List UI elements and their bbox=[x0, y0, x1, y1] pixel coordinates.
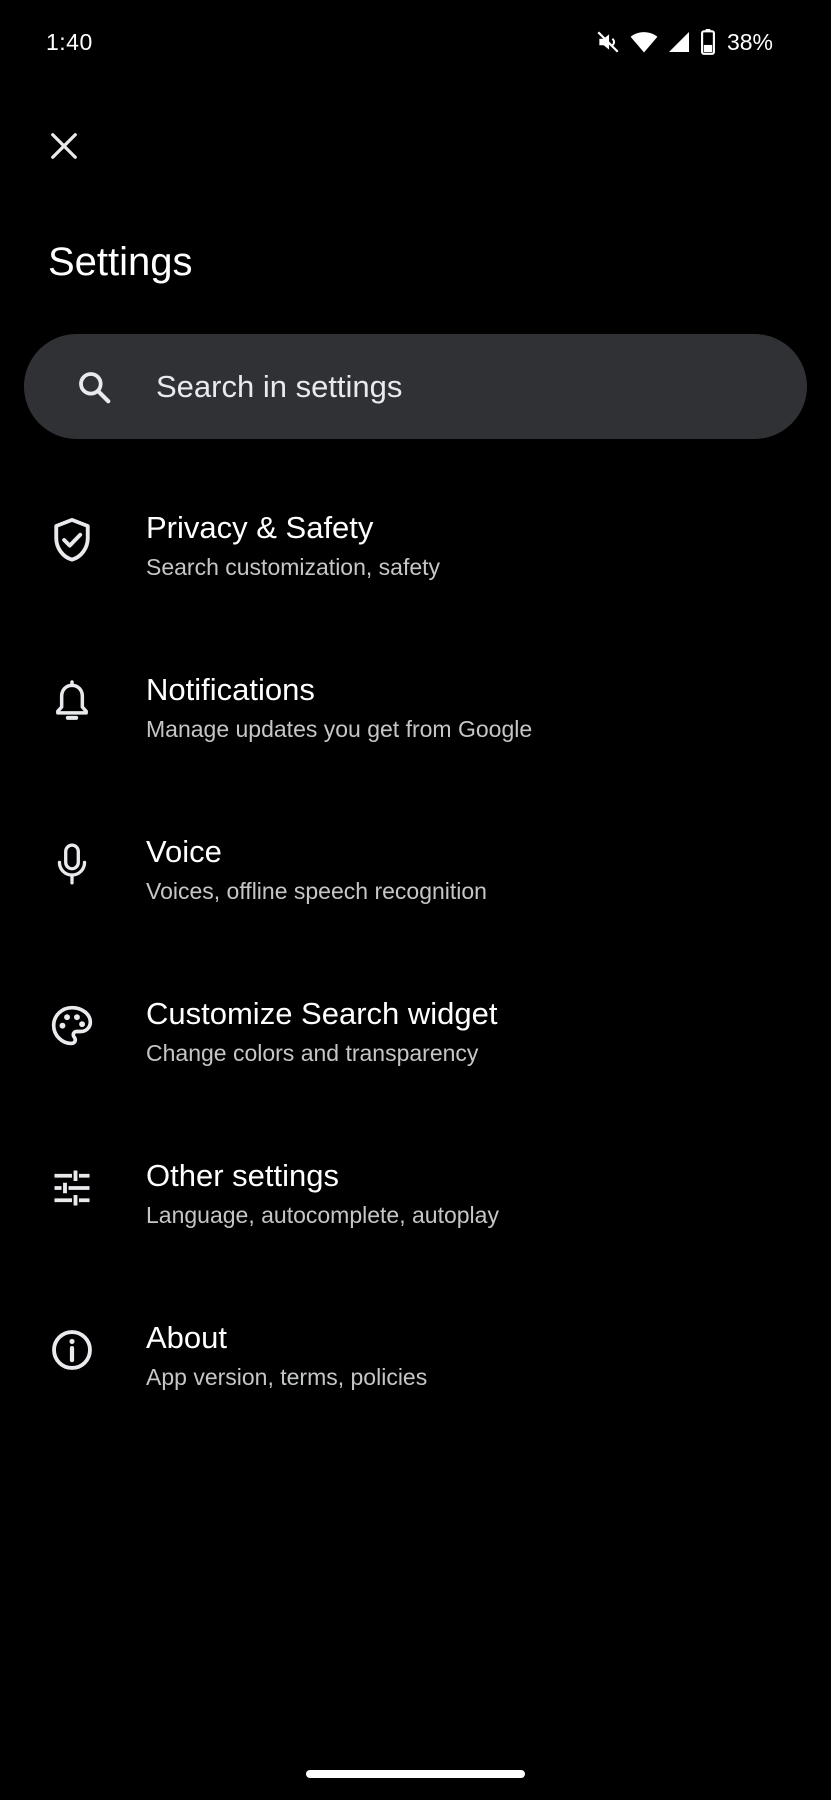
close-button[interactable] bbox=[40, 124, 88, 172]
settings-item-subtitle: Change colors and transparency bbox=[146, 1040, 479, 1066]
gesture-nav-handle[interactable] bbox=[306, 1770, 525, 1778]
info-icon bbox=[48, 1326, 96, 1374]
close-icon bbox=[49, 131, 79, 166]
mute-icon bbox=[595, 29, 621, 55]
shield-check-icon bbox=[48, 516, 96, 564]
battery-percent: 38% bbox=[726, 28, 773, 55]
settings-item-title: Privacy & Safety bbox=[146, 510, 374, 545]
settings-item-voice[interactable]: Voice Voices, offline speech recognition bbox=[0, 810, 831, 972]
tune-icon bbox=[48, 1164, 96, 1212]
settings-item-customize-search-widget[interactable]: Customize Search widget Change colors an… bbox=[0, 972, 831, 1134]
microphone-icon bbox=[48, 840, 96, 888]
signal-icon bbox=[667, 30, 691, 54]
settings-item-title: Other settings bbox=[146, 1158, 339, 1193]
settings-item-title: Voice bbox=[146, 834, 222, 869]
battery-icon bbox=[700, 29, 716, 55]
settings-item-subtitle: App version, terms, policies bbox=[146, 1364, 428, 1390]
settings-item-subtitle: Voices, offline speech recognition bbox=[146, 878, 487, 904]
settings-item-title: Notifications bbox=[146, 672, 315, 707]
status-bar: 1:40 38% bbox=[0, 0, 831, 84]
settings-screen: 1:40 38% Settings Search in settings Pri… bbox=[0, 0, 831, 1800]
settings-item-title: About bbox=[146, 1320, 228, 1355]
settings-item-title: Customize Search widget bbox=[146, 996, 498, 1031]
settings-item-subtitle: Search customization, safety bbox=[146, 554, 441, 580]
settings-item-notifications[interactable]: Notifications Manage updates you get fro… bbox=[0, 648, 831, 810]
settings-list: Privacy & Safety Search customization, s… bbox=[0, 486, 831, 1458]
settings-item-subtitle: Language, autocomplete, autoplay bbox=[146, 1202, 499, 1228]
page-title: Settings bbox=[48, 240, 193, 284]
bell-icon bbox=[48, 678, 96, 726]
status-icons: 38% bbox=[595, 29, 773, 56]
palette-icon bbox=[48, 1002, 96, 1050]
search-placeholder: Search in settings bbox=[156, 368, 403, 404]
search-input[interactable]: Search in settings bbox=[24, 334, 807, 439]
search-icon bbox=[70, 363, 118, 411]
wifi-icon bbox=[630, 29, 658, 55]
settings-item-about[interactable]: About App version, terms, policies bbox=[0, 1296, 831, 1458]
status-time: 1:40 bbox=[46, 28, 93, 55]
settings-item-subtitle: Manage updates you get from Google bbox=[146, 716, 533, 742]
settings-item-other-settings[interactable]: Other settings Language, autocomplete, a… bbox=[0, 1134, 831, 1296]
settings-item-privacy-safety[interactable]: Privacy & Safety Search customization, s… bbox=[0, 486, 831, 648]
